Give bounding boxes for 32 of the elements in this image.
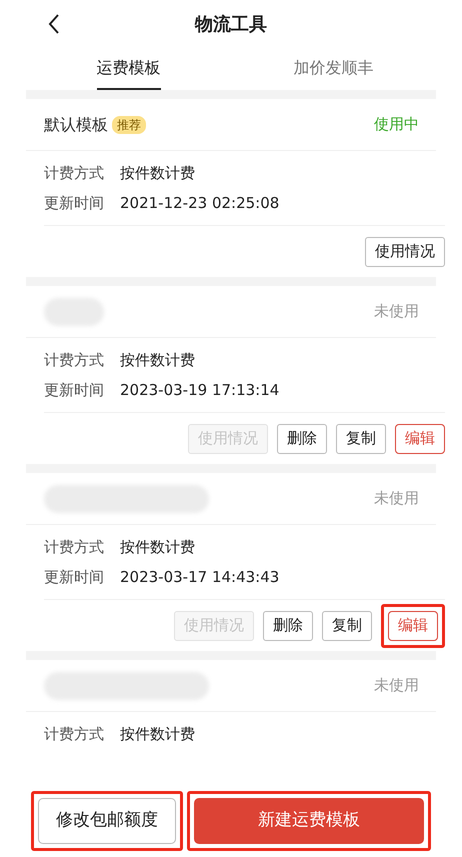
edit-quota-button[interactable]: 修改包邮额度 xyxy=(38,798,176,844)
recommend-badge: 推荐 xyxy=(112,116,146,134)
field-value: 按件数计费 xyxy=(120,724,195,744)
create-template-button[interactable]: 新建运费模板 xyxy=(194,798,424,844)
template-name: 默认模板 xyxy=(44,114,108,136)
field-label: 计费方式 xyxy=(44,724,104,744)
field-value: 2021-12-23 02:25:08 xyxy=(120,193,280,213)
action-button[interactable]: 删除 xyxy=(263,610,313,640)
field-value: 2023-03-19 17:13:14 xyxy=(120,380,280,400)
field-label: 更新时间 xyxy=(44,193,104,213)
field-label: 计费方式 xyxy=(44,350,104,370)
field-value: 按件数计费 xyxy=(120,163,195,183)
field-value: 2023-03-17 14:43:43 xyxy=(120,567,280,587)
page-title: 物流工具 xyxy=(195,12,267,36)
back-icon[interactable] xyxy=(48,14,60,34)
action-button[interactable]: 编辑 xyxy=(395,424,445,454)
action-button[interactable]: 复制 xyxy=(336,424,386,454)
field-label: 计费方式 xyxy=(44,163,104,183)
tab[interactable]: 加价发顺丰 xyxy=(231,48,436,90)
field-label: 更新时间 xyxy=(44,380,104,400)
status-text: 使用中 xyxy=(374,114,419,136)
field-label: 计费方式 xyxy=(44,537,104,557)
field-label: 更新时间 xyxy=(44,567,104,587)
action-button[interactable]: 复制 xyxy=(322,610,372,640)
field-value: 按件数计费 xyxy=(120,350,195,370)
field-value: 按件数计费 xyxy=(120,537,195,557)
status-text: 未使用 xyxy=(374,675,419,696)
action-button[interactable]: 删除 xyxy=(277,424,327,454)
status-text: 未使用 xyxy=(374,488,419,510)
action-button[interactable]: 使用情况 xyxy=(365,236,445,266)
action-button[interactable]: 编辑 xyxy=(388,610,438,640)
status-text: 未使用 xyxy=(374,301,419,322)
